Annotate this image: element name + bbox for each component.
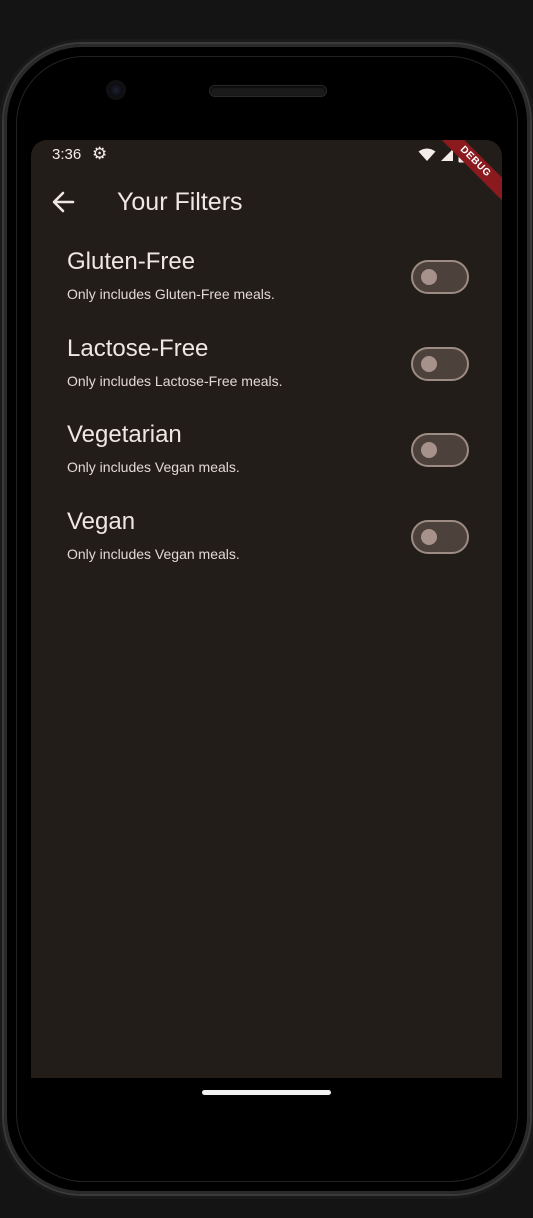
filter-subtitle: Only includes Vegan meals.	[67, 459, 240, 475]
filter-title: Gluten-Free	[67, 248, 196, 275]
filter-title: Vegan	[67, 507, 136, 535]
status-bar: 3:36 ⚙ DEBUG	[31, 140, 502, 207]
lactose-free-switch[interactable]	[411, 346, 469, 381]
filter-item-gluten-free[interactable]: Gluten-Free Only includes Gluten-Free me…	[31, 244, 502, 331]
filter-item-lactose-free[interactable]: Lactose-Free Only includes Lactose-Free …	[31, 331, 502, 418]
switch-knob	[421, 442, 437, 458]
switch-knob	[421, 528, 437, 545]
wifi-icon	[418, 148, 436, 161]
vegan-switch[interactable]	[411, 519, 469, 554]
filter-item-vegan[interactable]: Vegan Only includes Vegan meals.	[31, 504, 502, 591]
filter-subtitle: Only includes Vegan meals.	[67, 545, 240, 562]
gear-icon: ⚙	[92, 144, 108, 163]
arrow-left-icon	[52, 191, 75, 213]
front-camera	[108, 82, 124, 98]
earpiece-speaker	[210, 86, 326, 96]
switch-knob	[421, 355, 437, 372]
app-screen: 3:36 ⚙ DEBUG Your Filters Gluten-Free On…	[31, 140, 502, 1078]
home-indicator[interactable]	[202, 1090, 331, 1095]
switch-knob	[421, 269, 437, 285]
status-time: 3:36	[52, 146, 82, 163]
app-bar: Your Filters	[31, 180, 502, 224]
filter-list: Gluten-Free Only includes Gluten-Free me…	[31, 244, 502, 590]
filter-subtitle: Only includes Lactose-Free meals.	[67, 372, 283, 389]
filter-subtitle: Only includes Gluten-Free meals.	[67, 286, 275, 302]
filter-title: Vegetarian	[67, 421, 182, 448]
page-title: Your Filters	[117, 188, 243, 216]
gluten-free-switch[interactable]	[411, 260, 469, 294]
back-button[interactable]	[49, 188, 79, 216]
filter-title: Lactose-Free	[67, 334, 209, 362]
vegetarian-switch[interactable]	[411, 433, 469, 467]
filter-item-vegetarian[interactable]: Vegetarian Only includes Vegan meals.	[31, 417, 502, 504]
